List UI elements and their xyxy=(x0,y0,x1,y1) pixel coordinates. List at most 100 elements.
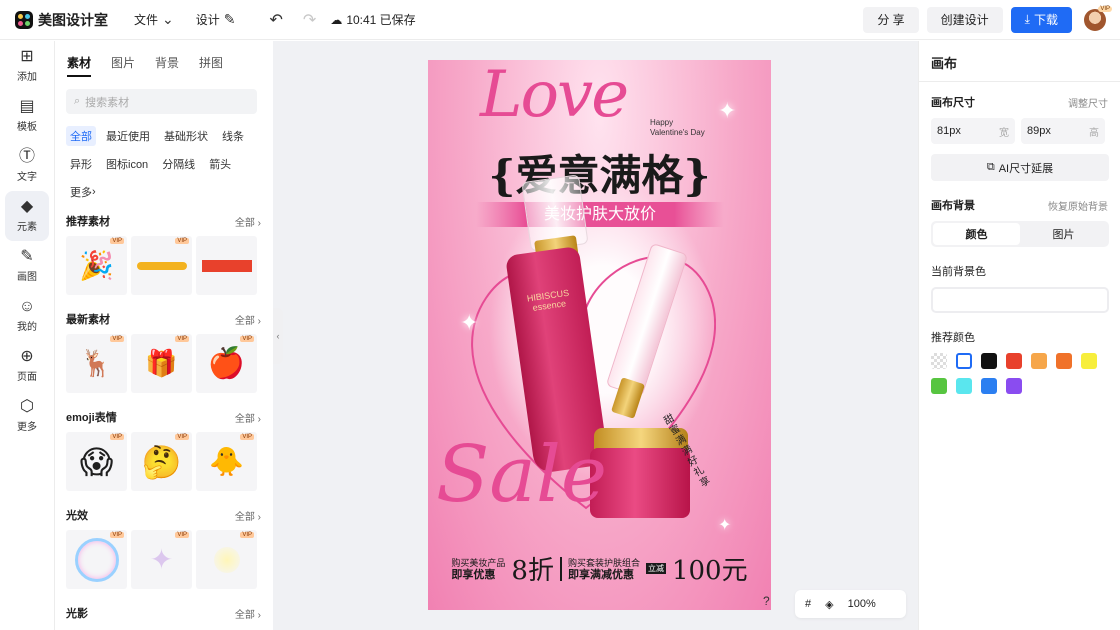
sale-script: Sale xyxy=(436,430,608,520)
rail-label: 元素 xyxy=(17,222,37,233)
chevron-down-icon: ⌄ xyxy=(162,11,174,27)
canvas-stage: Love Happy Valentine's Day {爱意满格} 美妆护肤大放价… xyxy=(273,41,918,630)
asset-thumb[interactable]: VIP xyxy=(131,236,192,295)
chip-lines[interactable]: 线条 xyxy=(218,126,248,146)
cube-icon: ⬡ xyxy=(20,398,34,415)
vip-badge: VIP xyxy=(175,336,189,342)
see-all-link[interactable]: 全部 › xyxy=(235,410,261,425)
height-field[interactable]: 89px 高 xyxy=(1021,118,1105,144)
see-all-link[interactable]: 全部 › xyxy=(235,606,261,621)
section-title: emoji表情 xyxy=(66,412,117,424)
see-all-label: 全部 xyxy=(234,511,255,523)
rail-item-page[interactable]: ⊕ 页面 xyxy=(0,341,54,391)
asset-thumb[interactable]: VIP xyxy=(66,530,127,589)
tab-color[interactable]: 颜色 xyxy=(933,223,1020,245)
sparkle-icon: ✦ xyxy=(718,98,737,123)
section-recommended: 推荐素材 全部 › VIP 🎉 VIP xyxy=(56,213,273,295)
chip-basic-shapes[interactable]: 基础形状 xyxy=(160,126,212,146)
swatch-orange[interactable] xyxy=(1056,353,1072,369)
swatch-yellow[interactable] xyxy=(1081,353,1097,369)
bg-type-toggle: 颜色 图片 xyxy=(931,221,1109,247)
chip-recent[interactable]: 最近使用 xyxy=(102,126,154,146)
file-menu[interactable]: 文件 ⌄ xyxy=(134,11,174,28)
rail-item-elements[interactable]: ◆ 元素 xyxy=(5,191,49,241)
user-icon: ☺ xyxy=(18,298,36,315)
chip-irregular[interactable]: 异形 xyxy=(66,154,96,174)
asset-thumb[interactable]: VIP 😱 xyxy=(66,432,127,491)
swatch-light-orange[interactable] xyxy=(1031,353,1047,369)
grid-icon[interactable]: # xyxy=(805,598,811,610)
see-all-link[interactable]: 全部 › xyxy=(235,214,261,229)
swatch-transparent[interactable] xyxy=(931,353,947,369)
chip-dividers[interactable]: 分隔线 xyxy=(158,154,199,174)
chip-arrows[interactable]: 箭头 xyxy=(205,154,235,174)
layers-icon[interactable]: ◈ xyxy=(825,598,833,611)
tab-image[interactable]: 图片 xyxy=(1020,223,1107,245)
offer-line: 购买美妆产品 即享优惠 8折 购买套装护肤组合 即享满减优惠 立减 100元 xyxy=(428,550,771,587)
swatch-purple[interactable] xyxy=(1006,378,1022,394)
swatch-cyan[interactable] xyxy=(956,378,972,394)
see-all-link[interactable]: 全部 › xyxy=(235,312,261,327)
rail-label: 添加 xyxy=(17,72,37,83)
chip-all[interactable]: 全部 xyxy=(66,126,96,146)
app-logo[interactable]: 美图设计室 xyxy=(15,10,108,30)
design-menu[interactable]: 设计 ✎ xyxy=(196,11,236,28)
love-script: Love xyxy=(480,60,629,132)
zoom-level[interactable]: 100% xyxy=(848,598,876,610)
asset-thumb[interactable]: VIP 🦌 xyxy=(66,334,127,393)
poster-canvas[interactable]: Love Happy Valentine's Day {爱意满格} 美妆护肤大放价… xyxy=(428,60,771,610)
tab-images[interactable]: 图片 xyxy=(111,54,135,77)
rail-item-draw[interactable]: ✎ 画图 xyxy=(0,241,54,291)
adjust-size-link[interactable]: 调整尺寸 xyxy=(1068,95,1108,110)
avatar[interactable]: VIP xyxy=(1084,5,1112,31)
current-bg-color-field[interactable] xyxy=(931,287,1109,313)
chip-icons[interactable]: 图标icon xyxy=(102,154,152,174)
top-bar: 美图设计室 文件 ⌄ 设计 ✎ ↶ ↷ ☁ 10:41 已保存 分 享 创建设计 ⤓ 下… xyxy=(0,0,1120,40)
chip-more[interactable]: 更多 › xyxy=(66,182,100,202)
asset-thumb[interactable]: VIP ✦ xyxy=(131,530,192,589)
redo-icon[interactable]: ↷ xyxy=(303,10,316,30)
asset-thumb[interactable]: VIP xyxy=(196,530,257,589)
asset-thumb[interactable]: VIP 🐥 xyxy=(196,432,257,491)
rail-item-mine[interactable]: ☺ 我的 xyxy=(0,291,54,341)
red-bar-shape xyxy=(201,259,252,272)
happy-line: Happy xyxy=(650,118,674,127)
create-design-button[interactable]: 创建设计 xyxy=(926,6,1003,33)
swatch-green[interactable] xyxy=(931,378,947,394)
ai-size-extend-button[interactable]: ⧉ AI尺寸延展 xyxy=(931,154,1109,181)
divider xyxy=(919,81,1120,82)
tab-collage[interactable]: 拼图 xyxy=(199,54,223,77)
poster-subline: 美妆护肤大放价 xyxy=(476,202,724,227)
tab-assets[interactable]: 素材 xyxy=(67,54,92,77)
swatch-blue[interactable] xyxy=(981,378,997,394)
color-swatches xyxy=(931,353,1111,394)
rail-item-add[interactable]: ⊞ 添加 xyxy=(0,41,54,91)
asset-thumb[interactable] xyxy=(196,236,257,295)
panel-title: 画布 xyxy=(931,56,958,71)
asset-thumb[interactable]: VIP 🤔 xyxy=(131,432,192,491)
party-popper-icon: 🎉 xyxy=(79,250,114,281)
share-button[interactable]: 分 享 xyxy=(863,6,919,33)
asset-thumb[interactable]: VIP 🍎 xyxy=(196,334,257,393)
download-button[interactable]: ⤓ 下载 xyxy=(1010,6,1072,33)
rail-item-template[interactable]: ▤ 模板 xyxy=(0,91,54,141)
see-all-link[interactable]: 全部 › xyxy=(235,508,261,523)
save-status-text: 10:41 已保存 xyxy=(346,13,416,27)
undo-icon[interactable]: ↶ xyxy=(270,10,283,30)
swatch-black[interactable] xyxy=(981,353,997,369)
collapse-panel-button[interactable]: ‹ xyxy=(273,308,283,364)
asset-thumb[interactable]: VIP 🎁 xyxy=(131,334,192,393)
asset-thumb[interactable]: VIP 🎉 xyxy=(66,236,127,295)
tab-backgrounds[interactable]: 背景 xyxy=(155,54,179,77)
swatch-red[interactable] xyxy=(1006,353,1022,369)
search-input[interactable]: ⌕ 搜索素材 xyxy=(66,89,257,114)
rail-label: 模板 xyxy=(17,122,37,133)
swatch-white[interactable] xyxy=(956,353,972,369)
height-unit: 高 xyxy=(1089,127,1099,139)
width-field[interactable]: 81px 宽 xyxy=(931,118,1015,144)
vip-badge: VIP xyxy=(110,532,124,538)
help-button[interactable]: ? xyxy=(763,594,770,608)
rail-item-text[interactable]: Ⓣ 文字 xyxy=(0,141,54,191)
restore-bg-link[interactable]: 恢复原始背景 xyxy=(1048,198,1108,213)
rail-item-more[interactable]: ⬡ 更多 xyxy=(0,391,54,441)
